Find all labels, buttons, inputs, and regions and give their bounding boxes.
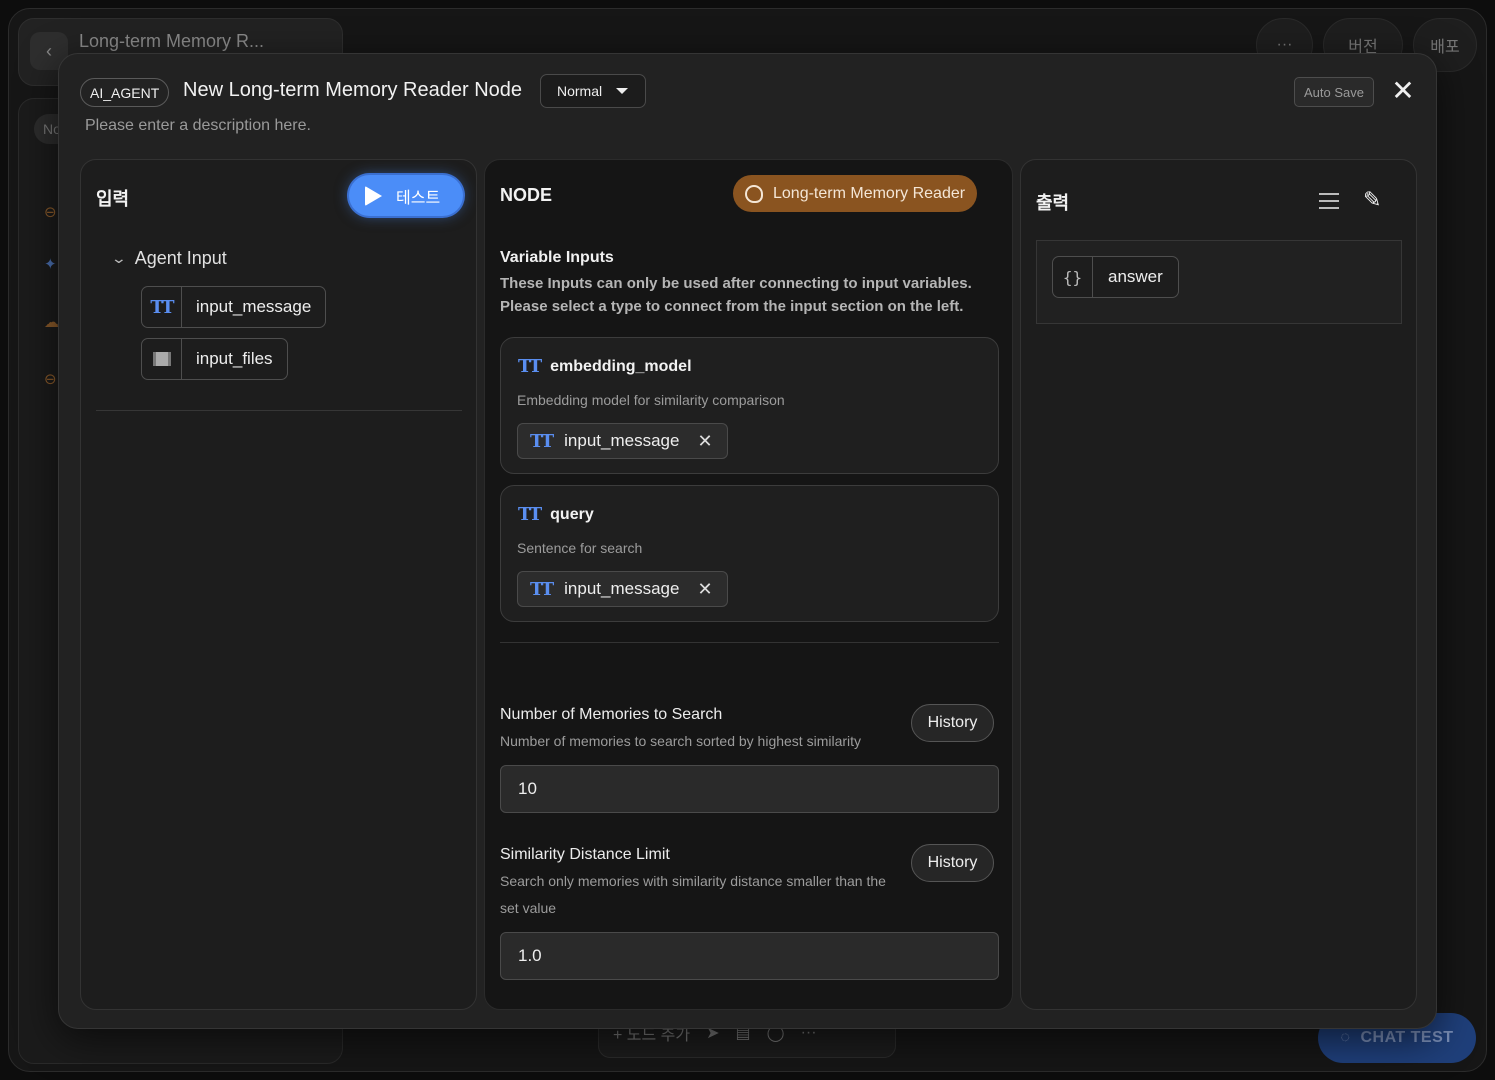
divider [500,642,999,643]
output-list: {} answer [1036,240,1402,324]
text-type-icon: TT [518,504,542,525]
text-type-icon: TT [530,578,554,600]
divider [96,410,462,411]
chat-icon: ◌ [1340,1029,1351,1046]
history-button[interactable]: History [911,704,994,742]
output-panel-title: 출력 [1036,193,1070,213]
input-panel-title: 입력 [96,189,130,209]
distance-limit-help: Search only memories with similarity dis… [500,873,886,916]
variable-input-name: TT embedding_model [518,356,692,377]
brain-head-icon [745,184,763,203]
node-panel: NODE Long-term Memory Reader Variable In… [484,159,1013,1010]
agent-input-group[interactable]: ⌄ Agent Input [110,248,227,269]
connected-variable-name: input_message [564,431,680,450]
agent-input-label: Agent Input [134,248,227,268]
connected-variable-chip[interactable]: TT input_message ✕ [517,571,728,607]
node-category-chip: AI_AGENT [80,78,170,107]
node-type-label: Long-term Memory Reader [773,184,966,202]
text-type-icon: TT [518,356,542,377]
test-label: 테스트 [396,189,441,207]
input-variable-chip[interactable]: TT input_message [141,286,327,328]
auto-save-button[interactable]: Auto Save [1294,77,1374,107]
input-panel: 입력 테스트 ⌄ Agent Input TT input_message in… [80,159,477,1010]
variable-name: input_message [196,297,312,316]
variable-name: input_files [196,349,273,368]
output-variable-chip[interactable]: {} answer [1052,256,1179,298]
pencil-icon[interactable]: ✎ [1363,187,1381,213]
output-panel: 출력 ✎ {} answer [1020,159,1417,1010]
text-type-icon: TT [142,287,182,327]
chat-test-label: CHAT TEST [1360,1029,1454,1046]
node-panel-title: NODE [500,185,553,205]
braces-icon: {} [1053,257,1093,297]
variable-input-card: TT query Sentence for search TT input_me… [500,485,999,622]
close-icon[interactable]: ✕ [1390,77,1416,105]
workflow-title: Long-term Memory R... [79,31,265,51]
variable-input-description: Embedding model for similarity compariso… [517,392,785,408]
caret-down-icon [616,88,629,94]
distance-limit-label: Similarity Distance Limit [500,846,670,863]
node-icon[interactable]: ⊖ [44,370,57,388]
node-icon[interactable]: ⊖ [44,203,57,221]
remove-icon[interactable]: ✕ [697,431,712,452]
mode-select[interactable]: Normal [540,74,646,108]
variable-input-name: TT query [518,504,594,525]
variable-input-card: TT embedding_model Embedding model for s… [500,337,999,474]
remove-icon[interactable]: ✕ [697,579,712,600]
sparkle-icon[interactable]: ✦ [44,255,57,273]
file-type-icon [142,339,182,379]
memory-count-label: Number of Memories to Search [500,706,723,723]
menu-icon[interactable] [1319,193,1339,214]
history-button[interactable]: History [911,844,994,882]
text-type-icon: TT [530,430,554,452]
input-variable-chip[interactable]: input_files [141,338,288,380]
connected-variable-name: input_message [564,579,680,598]
brain-icon[interactable]: ☁ [44,313,59,331]
connected-variable-chip[interactable]: TT input_message ✕ [517,423,728,459]
description-input[interactable]: Please enter a description here. [85,117,311,135]
node-editor-modal: AI_AGENT New Long-term Memory Reader Nod… [58,53,1437,1029]
test-button[interactable]: 테스트 [349,175,463,216]
mode-value: Normal [557,83,603,99]
variable-inputs-note: These Inputs can only be used after conn… [500,275,972,315]
memory-count-help: Number of memories to search sorted by h… [500,733,862,749]
distance-limit-input[interactable]: 1.0 [500,932,999,980]
node-type-badge: Long-term Memory Reader [733,175,978,212]
memory-count-input[interactable]: 10 [500,765,999,813]
chevron-left-icon: ‹ [46,40,52,61]
node-title[interactable]: New Long-term Memory Reader Node [183,79,522,102]
variable-inputs-title: Variable Inputs [500,249,614,266]
chevron-down-icon: ⌄ [110,250,128,266]
variable-input-description: Sentence for search [517,540,643,556]
play-icon [365,185,382,206]
output-name: answer [1108,267,1163,286]
